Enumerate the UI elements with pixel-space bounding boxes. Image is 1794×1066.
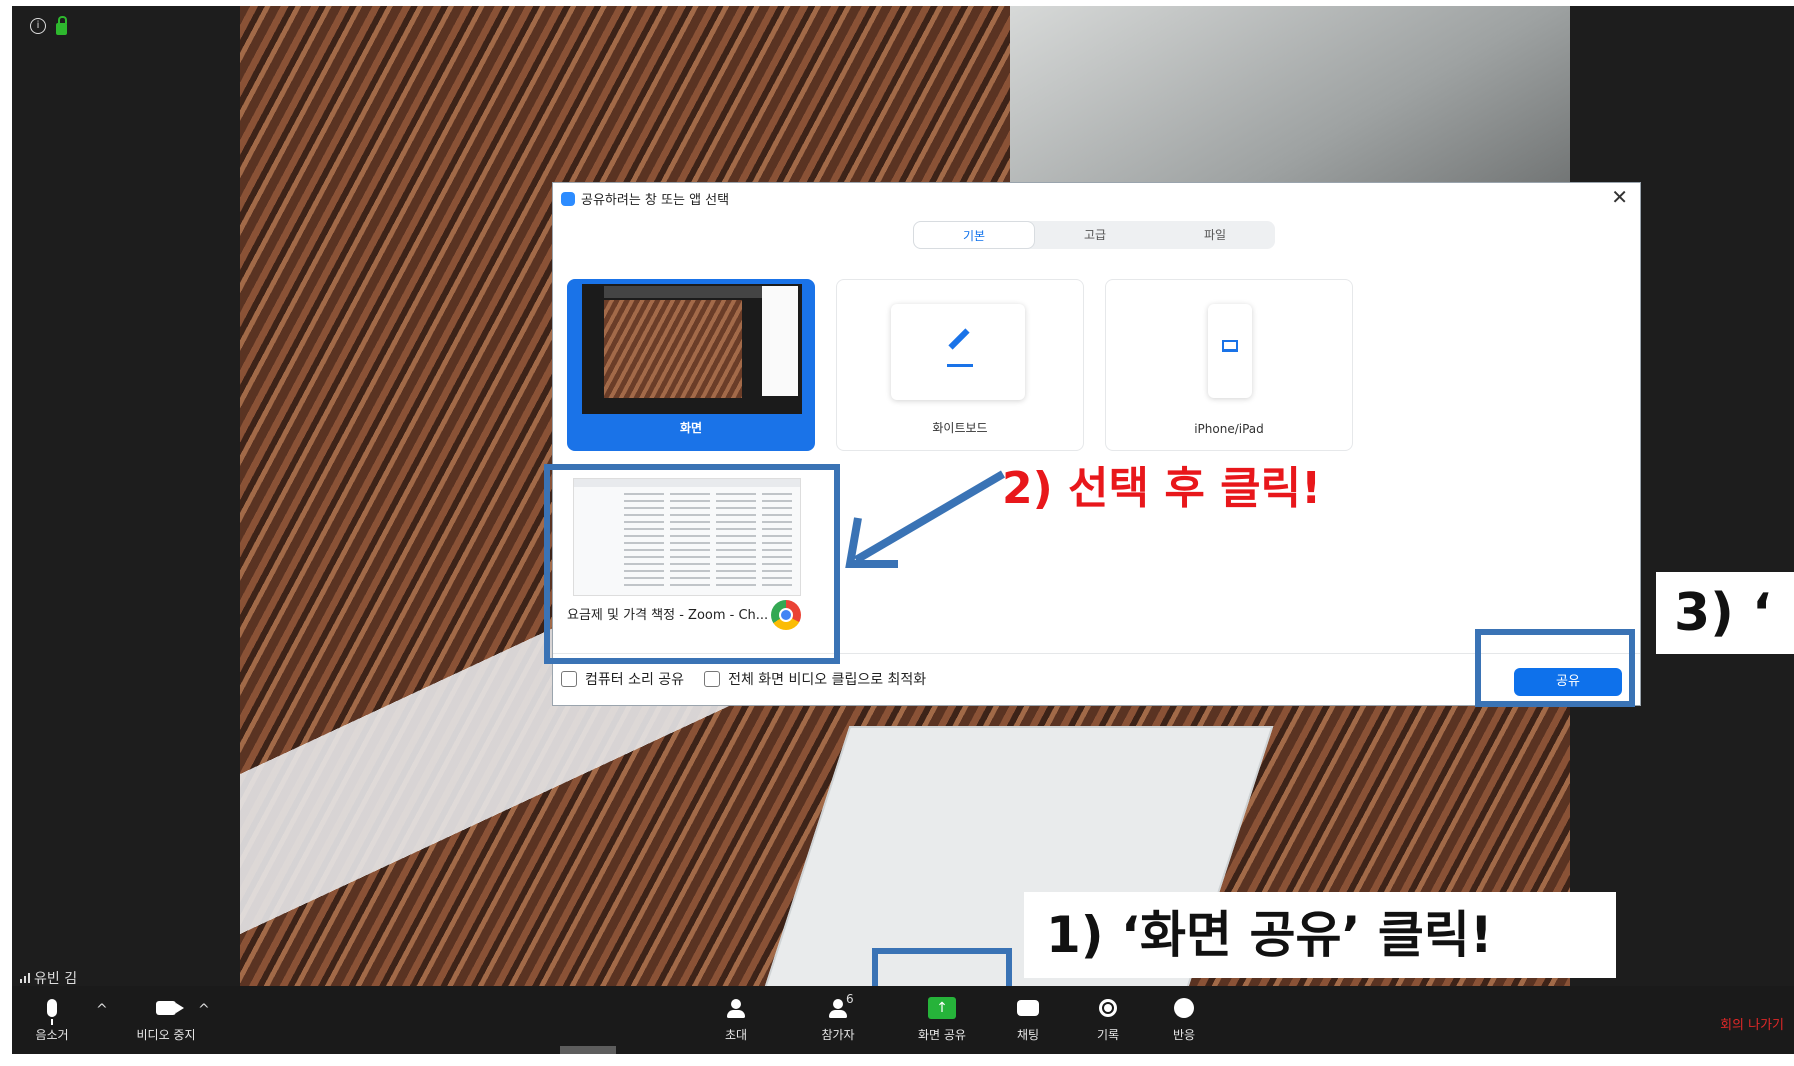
share-tile-whiteboard[interactable]: 화이트보드 (836, 279, 1084, 451)
video-camera-icon (156, 1001, 184, 1015)
annotation-step2: 2) 선택 후 클릭! (1002, 463, 1322, 514)
signal-bars-icon (20, 973, 30, 983)
meeting-toolbar: 음소거 ^ 비디오 중지 ^ 초대 참가자 6 ↑ 화면 공유 채팅 기록 반응… (12, 986, 1794, 1054)
video-white-box (750, 726, 1274, 1030)
leave-meeting-button[interactable]: 회의 나가기 (1720, 1014, 1784, 1033)
annotation-step1: 1) ‘화면 공유’ 클릭! (1024, 892, 1616, 978)
dialog-title-bar: 공유하려는 창 또는 앱 선택 (561, 189, 729, 208)
phone-icon (1208, 304, 1252, 398)
chat-button[interactable]: 채팅 (990, 994, 1066, 1043)
participants-label: 참가자 (821, 1028, 855, 1042)
participant-name-tag: 유빈 김 (20, 968, 77, 988)
zoom-meeting-window: i 공유하려는 창 또는 앱 선택 ✕ 기본 고급 파일 화면 화이트보드 iP… (12, 6, 1794, 1054)
audio-options-caret-icon[interactable]: ^ (96, 1002, 108, 1018)
info-icon[interactable]: i (30, 18, 46, 34)
invite-button[interactable]: 초대 (698, 994, 774, 1043)
airplay-icon (1222, 340, 1238, 352)
highlight-window-selection (544, 464, 840, 664)
zoom-logo-icon (561, 191, 575, 206)
participant-name: 유빈 김 (34, 971, 78, 987)
participants-count-badge: 6 (846, 992, 854, 1006)
pencil-underline (947, 364, 973, 367)
whiteboard-card (891, 304, 1025, 400)
tile-label-whiteboard: 화이트보드 (932, 421, 988, 435)
annotation-arrow-icon (845, 470, 1006, 568)
screen-thumbnail (582, 284, 802, 414)
share-computer-sound-option[interactable]: 컴퓨터 소리 공유 (561, 669, 684, 689)
microphone-icon (47, 999, 57, 1025)
chat-label: 채팅 (1016, 1028, 1040, 1042)
participants-button[interactable]: 참가자 (800, 994, 876, 1043)
tab-files[interactable]: 파일 (1155, 221, 1275, 249)
reactions-label: 반응 (1172, 1028, 1196, 1042)
share-tile-screen[interactable]: 화면 (567, 279, 815, 451)
smiley-icon (1174, 998, 1194, 1018)
record-icon (1099, 999, 1117, 1017)
share-tabs: 기본 고급 파일 (913, 221, 1275, 249)
highlight-share-button (1475, 629, 1635, 707)
tab-advanced[interactable]: 고급 (1035, 221, 1155, 249)
reactions-button[interactable]: 반응 (1146, 994, 1222, 1043)
mute-button[interactable]: 음소거 (14, 994, 90, 1043)
optimize-video-option[interactable]: 전체 화면 비디오 클립으로 최적화 (704, 669, 926, 689)
optimize-video-checkbox[interactable] (704, 671, 721, 687)
scroll-handle[interactable] (560, 1046, 616, 1054)
invite-label: 초대 (724, 1028, 748, 1042)
close-icon[interactable]: ✕ (1611, 185, 1628, 209)
optimize-video-label: 전체 화면 비디오 클립으로 최적화 (728, 672, 927, 688)
tab-basic[interactable]: 기본 (913, 221, 1035, 249)
record-label: 기록 (1096, 1028, 1120, 1042)
share-options: 컴퓨터 소리 공유 전체 화면 비디오 클립으로 최적화 (561, 669, 926, 689)
lock-icon[interactable] (56, 16, 67, 35)
share-screen-icon: ↑ (928, 997, 956, 1019)
record-button[interactable]: 기록 (1070, 994, 1146, 1043)
mute-label: 음소거 (35, 1028, 69, 1042)
tile-label-iphone-ipad: iPhone/iPad (1194, 422, 1264, 436)
share-screen-label: 화면 공유 (918, 1028, 966, 1042)
annotation-step3: 3) ‘ (1656, 572, 1794, 654)
participants-icon (829, 999, 847, 1018)
share-tile-iphone-ipad[interactable]: iPhone/iPad (1105, 279, 1353, 451)
video-options-caret-icon[interactable]: ^ (198, 1002, 210, 1018)
share-screen-button[interactable]: ↑ 화면 공유 (904, 994, 980, 1043)
tile-label-screen: 화면 (679, 421, 703, 435)
share-sound-checkbox[interactable] (561, 671, 577, 687)
share-sound-label: 컴퓨터 소리 공유 (585, 672, 685, 688)
stop-video-label: 비디오 중지 (136, 1028, 196, 1042)
dialog-title: 공유하려는 창 또는 앱 선택 (581, 193, 730, 208)
chat-icon (1017, 1000, 1039, 1016)
video-ceiling-area (1010, 6, 1570, 206)
meeting-status-icons: i (30, 16, 67, 35)
pencil-icon (948, 328, 970, 350)
add-user-icon (727, 999, 745, 1018)
